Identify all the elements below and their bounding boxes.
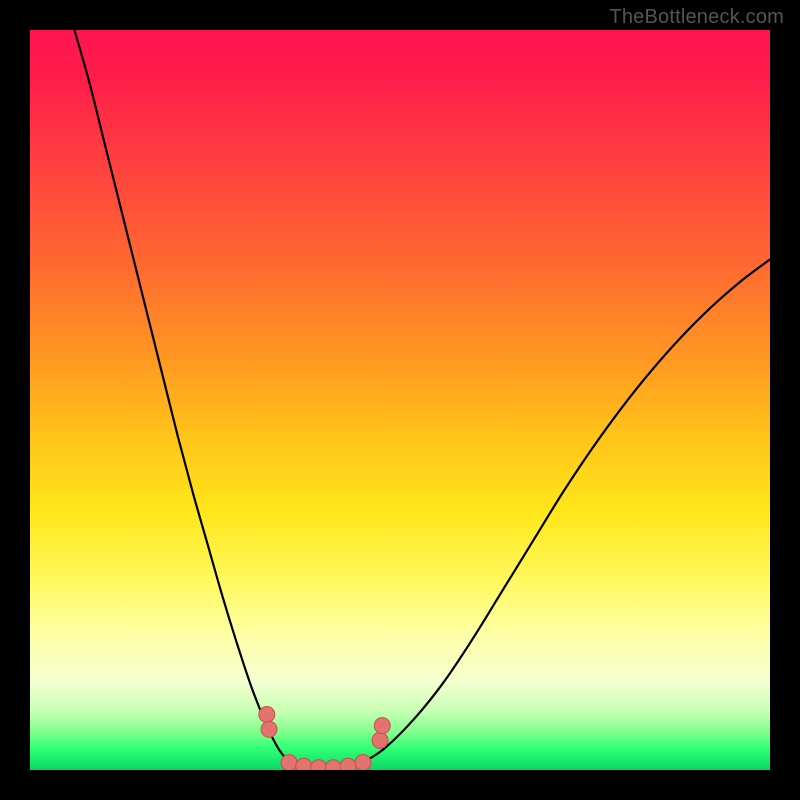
- data-marker: [374, 718, 390, 734]
- data-marker: [259, 707, 275, 723]
- plot-area: [30, 30, 770, 770]
- data-marker: [281, 755, 297, 770]
- data-marker: [311, 760, 327, 770]
- chart-svg: [30, 30, 770, 770]
- watermark-text: TheBottleneck.com: [609, 6, 784, 29]
- data-marker: [355, 755, 371, 770]
- data-marker: [261, 721, 277, 737]
- chart-frame: TheBottleneck.com: [0, 0, 800, 800]
- data-marker: [340, 758, 356, 770]
- data-marker: [325, 760, 341, 770]
- marker-group: [259, 707, 390, 771]
- data-marker: [372, 732, 388, 748]
- bottleneck-curve: [74, 30, 770, 769]
- data-marker: [296, 758, 312, 770]
